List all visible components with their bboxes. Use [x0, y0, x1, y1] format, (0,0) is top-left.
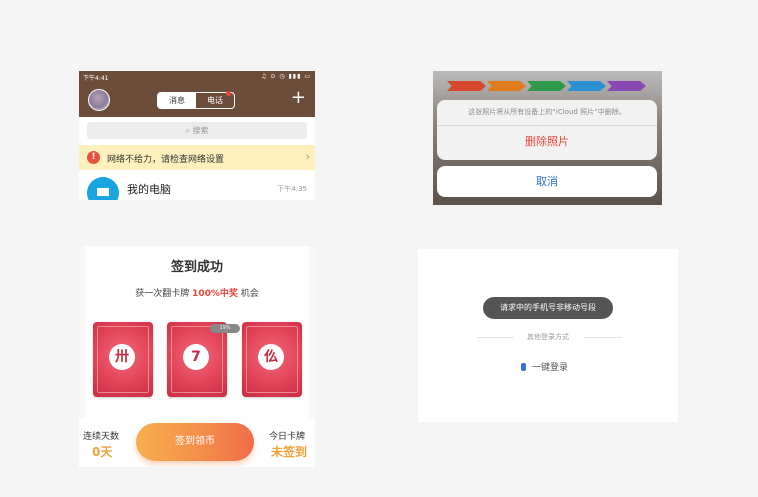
- streak-label: 连续天数: [83, 432, 120, 442]
- percent-badge: 19%: [210, 324, 240, 333]
- contact-name[interactable]: 我的电脑: [127, 181, 171, 197]
- action-sheet: 这张照片将从所有设备上的“iCloud 照片”中删除。 删除照片: [437, 100, 657, 160]
- search-input[interactable]: ⌕ 搜索: [87, 122, 307, 139]
- process-arrow: [567, 81, 606, 91]
- login-panel: 请求中的手机号非移动号段 其他登录方式 一键登录: [418, 249, 678, 422]
- network-alert-text: 网络不给力，请检查网络设置: [107, 155, 225, 165]
- top-bar: 下午4:41 ♫ ⊙ ◷ ▮▮▮ ▭ 消息 电话 +: [79, 71, 315, 117]
- today-card-value: 未签到: [270, 445, 307, 459]
- network-alert[interactable]: ! 网络不给力，请检查网络设置 ›: [79, 145, 315, 170]
- checkin-title: 签到成功: [170, 260, 223, 275]
- search-icon: ⌕: [185, 126, 190, 135]
- tab-phone[interactable]: 电话: [196, 91, 234, 108]
- toast-message: 请求中的手机号非移动号段: [483, 297, 613, 319]
- qq-message-panel: 下午4:41 ♫ ⊙ ◷ ▮▮▮ ▭ 消息 电话 + ⌕ 搜索 ! 网络不给力，…: [79, 71, 315, 200]
- process-arrows: [447, 81, 647, 91]
- subtitle-suffix: 机会: [240, 289, 259, 299]
- process-arrow: [527, 81, 566, 91]
- one-key-login-label: 一键登录: [532, 363, 569, 373]
- chevron-right-icon: ›: [305, 150, 310, 163]
- status-time: 下午4:41: [83, 75, 109, 82]
- one-key-login-button[interactable]: 一键登录: [521, 360, 568, 373]
- flip-card[interactable]: 仫: [242, 322, 302, 397]
- divider: [584, 337, 622, 338]
- streak-value: 0天: [92, 445, 113, 459]
- process-arrow: [487, 81, 526, 91]
- warning-icon: !: [87, 151, 100, 164]
- sheet-message: 这张照片将从所有设备上的“iCloud 照片”中删除。: [468, 108, 626, 116]
- computer-icon[interactable]: [87, 177, 119, 200]
- delete-photo-button[interactable]: 删除照片: [437, 133, 657, 149]
- cancel-button[interactable]: 取消: [437, 166, 657, 197]
- avatar[interactable]: [88, 89, 110, 111]
- today-card-label: 今日卡牌: [268, 432, 305, 442]
- phone-icon: [521, 363, 526, 371]
- checkin-button[interactable]: 签到领币: [136, 423, 254, 461]
- checkin-subtitle: 获一次翻卡牌 100%中奖 机会: [79, 286, 315, 299]
- card-glyph: 卅: [109, 344, 135, 370]
- divider: [437, 125, 657, 126]
- subtitle-prefix: 获一次翻卡牌: [135, 289, 190, 299]
- delete-photo-panel: 这张照片将从所有设备上的“iCloud 照片”中删除。 删除照片 取消: [433, 71, 662, 205]
- search-placeholder: 搜索: [192, 126, 209, 135]
- card-glyph: 7: [183, 344, 209, 370]
- tab-group: 消息 电话: [157, 91, 235, 109]
- flip-card[interactable]: 7: [167, 322, 227, 397]
- process-arrow: [447, 81, 486, 91]
- process-arrow: [607, 81, 646, 91]
- status-icons: ♫ ⊙ ◷ ▮▮▮ ▭: [261, 73, 311, 80]
- checkin-panel: 签到成功 获一次翻卡牌 100%中奖 机会 卅 7 仫 19% 连续天数 0天 …: [79, 246, 315, 467]
- plus-icon[interactable]: +: [291, 88, 306, 108]
- contact-time: 下午4:35: [277, 185, 307, 193]
- card-glyph: 仫: [258, 344, 284, 370]
- tab-messages[interactable]: 消息: [158, 93, 196, 108]
- flip-card[interactable]: 卅: [93, 322, 153, 397]
- notification-dot: [226, 91, 231, 96]
- subtitle-highlight: 100%中奖: [192, 289, 238, 299]
- other-login-label: 其他登录方式: [527, 333, 569, 341]
- tab-phone-label: 电话: [207, 96, 223, 105]
